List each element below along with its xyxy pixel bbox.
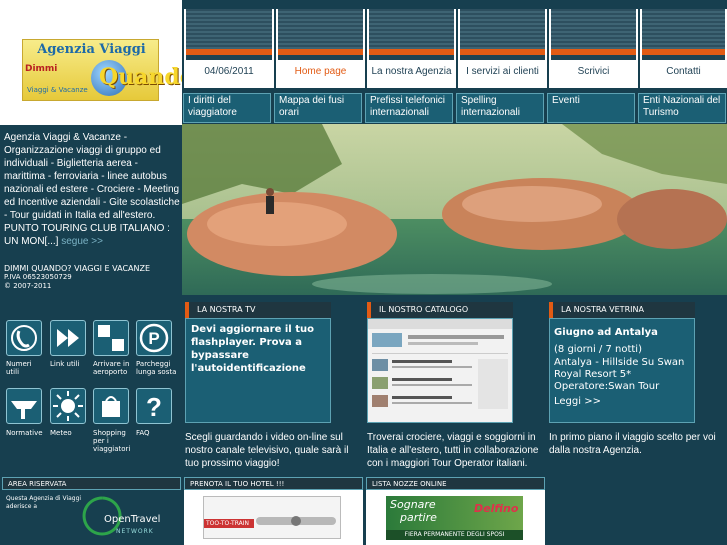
subnav-diritti[interactable]: I diritti del viaggiatore — [183, 93, 271, 123]
vetrina-read-more[interactable]: Leggi >> — [554, 396, 601, 407]
logo-area: Agenzia Viaggi Dimmi Quando? Viaggi & Va… — [0, 0, 207, 125]
vetrina-tab: LA NOSTRA VETRINA — [549, 302, 695, 318]
tv-tab: LA NOSTRA TV — [185, 302, 331, 318]
nav-agency-label[interactable]: La nostra Agenzia — [367, 66, 456, 77]
icon-label-normative: Normative — [6, 429, 43, 437]
opentravel-network: NETWORK — [116, 528, 154, 535]
logo-dimmi: Dimmi — [25, 64, 58, 74]
nav-services-label[interactable]: I servizi ai clienti — [458, 66, 547, 77]
tv-description: Scegli guardando i video on-line sul nos… — [185, 432, 349, 469]
icon-label-meteo: Meteo — [50, 429, 72, 437]
nav-contacts[interactable]: Contatti — [638, 9, 727, 88]
train-banner[interactable]: TOO-TO-TRAIN — [203, 496, 341, 539]
banner-delfino: Delfino — [474, 502, 519, 515]
tv-panel: Devi aggiornare il tuo flashplayer. Prov… — [185, 318, 331, 423]
nozze-banner[interactable]: Sognare partire Delfino FIERA PERMANENTE… — [386, 496, 523, 540]
svg-text:?: ? — [146, 392, 162, 422]
airport-icon[interactable] — [93, 320, 129, 356]
icon-label-parcheggi: Parcheggi lunga sosta — [136, 360, 177, 376]
subnav-fusi[interactable]: Mappa dei fusi orari — [274, 93, 362, 123]
area-riservata-tab[interactable]: AREA RISERVATA — [2, 477, 181, 490]
nav-write[interactable]: Scrivici — [547, 9, 638, 88]
phone-icon[interactable] — [6, 320, 42, 356]
vetrina-title[interactable]: Giugno ad Antalya — [554, 327, 658, 338]
hero-image — [182, 124, 727, 295]
agency-description-text: Agenzia Viaggi & Vacanze - Organizzazion… — [4, 132, 180, 247]
nav-home-label[interactable]: Home page — [276, 66, 365, 77]
faq-icon[interactable]: ? — [136, 388, 172, 424]
banner-fiera: FIERA PERMANENTE DEGLI SPOSI — [386, 530, 523, 540]
subnav-spelling[interactable]: Spelling internazionali — [456, 93, 544, 123]
forward-icon[interactable] — [50, 320, 86, 356]
vetrina-duration: (8 giorni / 7 notti) — [554, 344, 642, 355]
catalogo-preview[interactable] — [367, 318, 513, 423]
read-more-link[interactable]: segue >> — [61, 236, 103, 247]
company-name: DIMMI QUANDO? VIAGGI E VACANZE — [4, 264, 151, 273]
weather-icon[interactable] — [50, 388, 86, 424]
nav-date-cell: 04/06/2011 — [182, 9, 274, 88]
copyright: © 2007-2011 — [4, 282, 52, 290]
nav-home[interactable]: Home page — [274, 9, 365, 88]
icon-label-link: Link utili — [50, 360, 80, 368]
shopping-icon[interactable] — [93, 388, 129, 424]
agency-description: Agenzia Viaggi & Vacanze - Organizzazion… — [4, 131, 180, 248]
opentravel-adherence: Questa Agenzia di Viaggi aderisce a — [6, 495, 82, 510]
subnav-eventi[interactable]: Eventi — [547, 93, 635, 123]
vetrina-operator: Operatore:Swan Tour — [554, 381, 660, 392]
normative-icon[interactable] — [6, 388, 42, 424]
company-info: DIMMI QUANDO? VIAGGI E VACANZE P.IVA 065… — [4, 264, 180, 291]
nav-agency[interactable]: La nostra Agenzia — [365, 9, 456, 88]
agency-logo[interactable]: Agenzia Viaggi Dimmi Quando? Viaggi & Va… — [22, 39, 207, 101]
logo-title: Agenzia Viaggi — [37, 42, 146, 57]
subnav-enti[interactable]: Enti Nazionali del Turismo — [638, 93, 726, 123]
hotel-banner-area: TOO-TO-TRAIN — [184, 490, 363, 545]
svg-text:P: P — [148, 329, 159, 348]
subnav-prefissi[interactable]: Prefissi telefonici internazionali — [365, 93, 453, 123]
catalogo-description: Troverai crociere, viaggi e soggiorni in… — [367, 432, 539, 469]
icon-label-faq: FAQ — [136, 429, 150, 437]
current-date: 04/06/2011 — [204, 66, 254, 77]
hotel-tab[interactable]: PRENOTA IL TUO HOTEL !!! — [184, 477, 363, 490]
nav-write-label[interactable]: Scrivici — [549, 66, 638, 77]
flashplayer-message[interactable]: Devi aggiornare il tuo flashplayer. Prov… — [191, 323, 325, 375]
banner-sognare: Sognare — [390, 498, 436, 511]
icon-label-numeri: Numeri utili — [6, 360, 32, 376]
vat-number: P.IVA 06523050729 — [4, 273, 72, 281]
vetrina-hotel: Antalya - Hillside Su Swan Royal Resort … — [554, 357, 685, 380]
opentravel-label[interactable]: OpenTravel — [104, 514, 160, 525]
icon-label-aeroporto: Arrivare in aeroporto — [93, 360, 130, 376]
nozze-tab[interactable]: LISTA NOZZE ONLINE — [366, 477, 545, 490]
logo-tagline: Viaggi & Vacanze — [27, 86, 88, 94]
train-banner-label: TOO-TO-TRAIN — [204, 519, 254, 528]
nav-contacts-label[interactable]: Contatti — [640, 66, 727, 77]
vetrina-description: In primo piano il viaggio scelto per voi… — [549, 432, 716, 456]
vetrina-panel: Giugno ad Antalya (8 giorni / 7 notti) A… — [549, 318, 695, 423]
catalogo-tab: IL NOSTRO CATALOGO — [367, 302, 513, 318]
nav-services[interactable]: I servizi ai clienti — [456, 9, 547, 88]
icon-label-shopping: Shopping per i viaggiatori — [93, 429, 131, 453]
parking-icon[interactable]: P — [136, 320, 172, 356]
nozze-banner-area: Sognare partire Delfino FIERA PERMANENTE… — [366, 490, 545, 545]
banner-partire: partire — [400, 511, 437, 524]
